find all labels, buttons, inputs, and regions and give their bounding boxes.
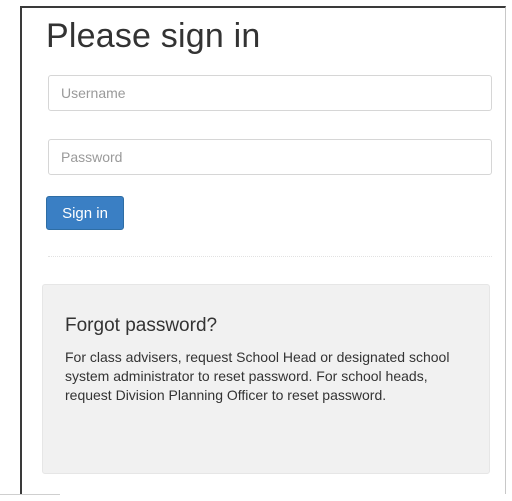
username-input[interactable] — [48, 75, 492, 111]
page-edge-line — [0, 494, 60, 495]
sign-in-button[interactable]: Sign in — [46, 196, 124, 230]
forgot-password-panel: Forgot password? For class advisers, req… — [42, 284, 490, 474]
page: Please sign in Sign in Forgot password? … — [0, 0, 512, 501]
divider — [48, 256, 492, 257]
page-title: Please sign in — [46, 17, 261, 55]
password-input[interactable] — [48, 139, 492, 175]
forgot-password-heading: Forgot password? — [65, 315, 218, 336]
forgot-password-instructions: For class advisers, request School Head … — [65, 349, 450, 403]
